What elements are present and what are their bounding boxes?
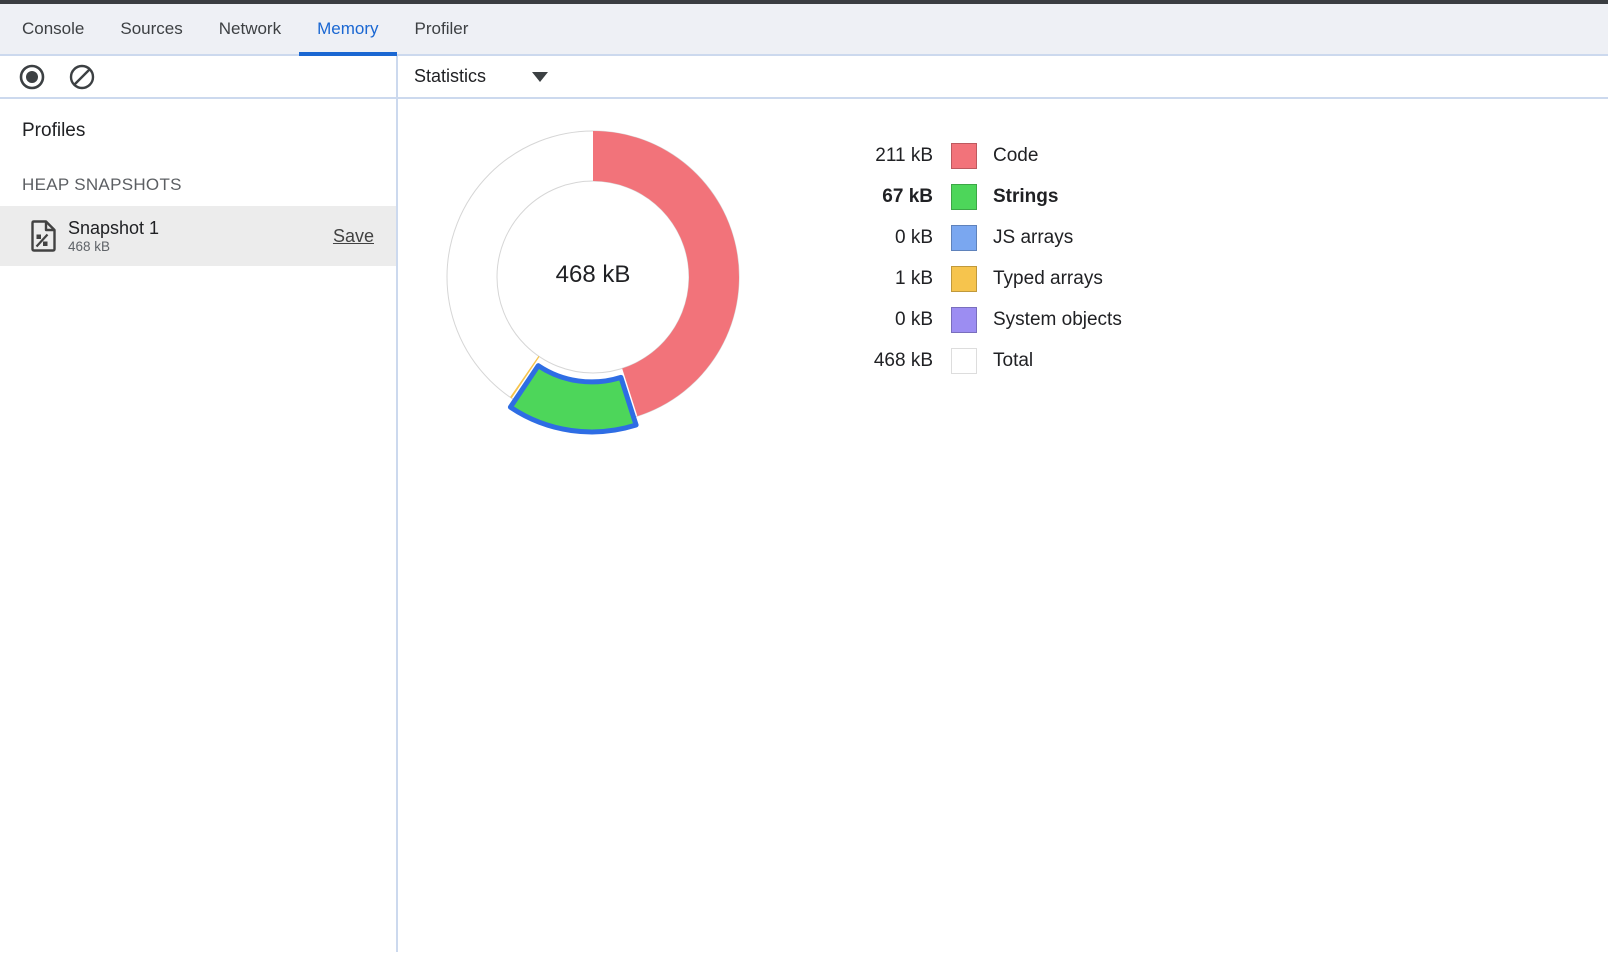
- devtools-body: Profiles HEAP SNAPSHOTS Snapshot 1 468 k…: [0, 56, 1608, 952]
- record-icon[interactable]: [18, 63, 46, 91]
- legend-row-typed-arrays[interactable]: 1 kB Typed arrays: [795, 258, 1122, 299]
- legend-value: 0 kB: [795, 227, 933, 249]
- legend-value: 468 kB: [795, 350, 933, 372]
- view-selector-dropdown[interactable]: Statistics: [414, 66, 548, 87]
- chart-segment-strings[interactable]: [510, 366, 636, 432]
- devtools-tab-bar: Console Sources Network Memory Profiler: [0, 4, 1608, 56]
- tab-console[interactable]: Console: [4, 4, 102, 54]
- legend-label: Typed arrays: [993, 268, 1103, 290]
- legend-value: 0 kB: [795, 309, 933, 331]
- legend-row-strings[interactable]: 67 kB Strings: [795, 176, 1122, 217]
- tab-memory[interactable]: Memory: [299, 4, 396, 54]
- legend-label: Total: [993, 350, 1033, 372]
- legend-row-total[interactable]: 468 kB Total: [795, 340, 1122, 381]
- save-link[interactable]: Save: [333, 226, 374, 247]
- legend-swatch-js-arrays: [951, 225, 977, 251]
- clear-icon[interactable]: [68, 63, 96, 91]
- legend-row-system-objects[interactable]: 0 kB System objects: [795, 299, 1122, 340]
- view-selector-label: Statistics: [414, 66, 486, 87]
- memory-main-panel: Statistics 468 kB 211 kB Code 67 kB Strings…: [398, 56, 1608, 952]
- snapshot-info: Snapshot 1 468 kB: [68, 218, 159, 255]
- chart-segment-code[interactable]: [593, 131, 739, 416]
- legend-label: System objects: [993, 309, 1122, 331]
- legend-label: Strings: [993, 186, 1058, 208]
- tab-sources[interactable]: Sources: [102, 4, 200, 54]
- legend-swatch-system-objects: [951, 307, 977, 333]
- memory-donut-chart: [433, 117, 753, 437]
- tab-profiler[interactable]: Profiler: [397, 4, 487, 54]
- chevron-down-icon: [532, 72, 548, 82]
- legend-swatch-total: [951, 348, 977, 374]
- profiles-toolbar: [0, 56, 396, 99]
- legend-value: 211 kB: [795, 145, 933, 167]
- legend-label: JS arrays: [993, 227, 1073, 249]
- statistics-chart-area: 468 kB 211 kB Code 67 kB Strings 0 kB JS arra…: [398, 99, 1608, 952]
- heap-snapshot-file-icon: [30, 220, 56, 252]
- legend-value: 67 kB: [795, 186, 933, 208]
- tab-network[interactable]: Network: [201, 4, 299, 54]
- snapshot-list-item[interactable]: Snapshot 1 468 kB Save: [0, 206, 396, 266]
- legend-row-code[interactable]: 211 kB Code: [795, 135, 1122, 176]
- legend-swatch-typed-arrays: [951, 266, 977, 292]
- legend-value: 1 kB: [795, 268, 933, 290]
- chart-outline-circle: [497, 181, 689, 373]
- chart-legend: 211 kB Code 67 kB Strings 0 kB JS arrays 1 kB T…: [795, 135, 1122, 381]
- clear-icon-glyph: [68, 63, 96, 91]
- profiles-sidebar: Profiles HEAP SNAPSHOTS Snapshot 1 468 k…: [0, 56, 398, 952]
- legend-swatch-strings: [951, 184, 977, 210]
- profiles-title: Profiles: [22, 120, 396, 142]
- legend-swatch-code: [951, 143, 977, 169]
- record-icon-glyph: [18, 63, 46, 91]
- snapshot-name: Snapshot 1: [68, 218, 159, 239]
- legend-label: Code: [993, 145, 1038, 167]
- heap-snapshots-heading: HEAP SNAPSHOTS: [22, 175, 396, 195]
- statistics-toolbar: Statistics: [398, 56, 1608, 99]
- legend-row-js-arrays[interactable]: 0 kB JS arrays: [795, 217, 1122, 258]
- snapshot-size: 468 kB: [68, 239, 159, 254]
